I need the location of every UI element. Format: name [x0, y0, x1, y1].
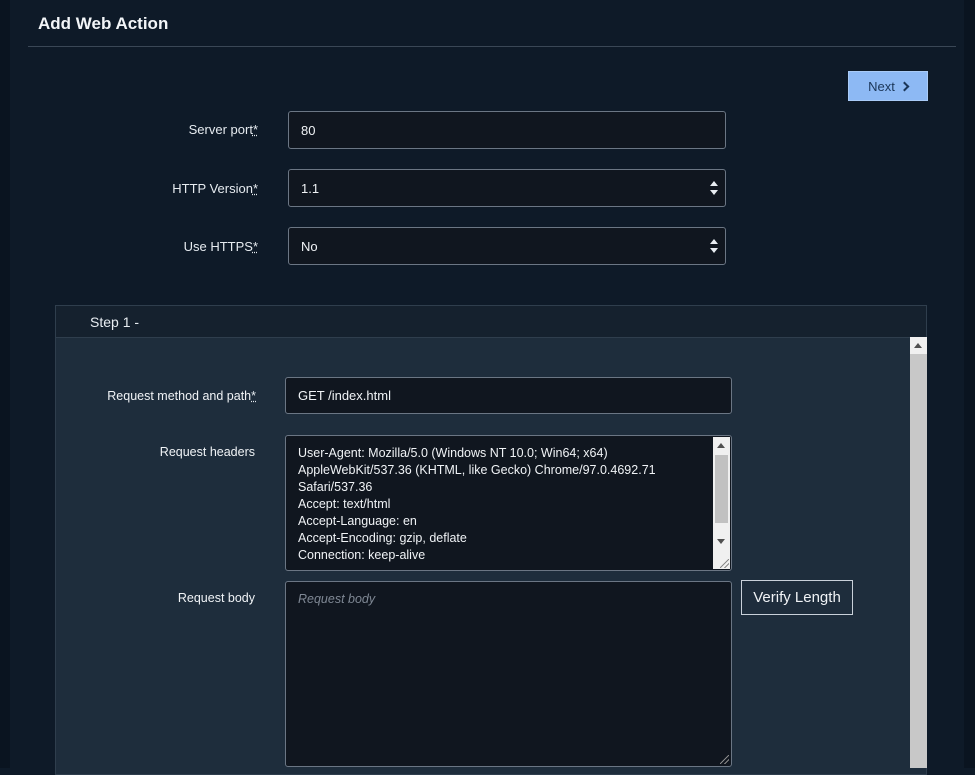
page-title: Add Web Action — [38, 14, 169, 33]
panel-scrollbar[interactable] — [910, 337, 927, 768]
header-line: Accept-Encoding: gzip, deflate — [298, 531, 467, 545]
scroll-up-icon[interactable] — [717, 443, 725, 448]
textarea-scrollbar[interactable] — [713, 437, 730, 569]
http-version-value: 1.1 — [301, 180, 320, 196]
header-line: AppleWebKit/537.36 (KHTML, like Gecko) C… — [298, 463, 656, 477]
request-body-placeholder: Request body — [298, 592, 376, 606]
right-border — [964, 0, 975, 768]
header-line: User-Agent: Mozilla/5.0 (Windows NT 10.0… — [298, 446, 608, 460]
left-border — [0, 0, 10, 768]
resize-grip-icon[interactable] — [720, 559, 729, 568]
verify-length-button[interactable]: Verify Length — [741, 580, 853, 615]
header-line: Connection: keep-alive — [298, 548, 426, 562]
dialog-header: Add Web Action — [28, 0, 956, 47]
scroll-down-icon[interactable] — [717, 539, 725, 544]
required-marker: * — [252, 239, 258, 254]
header-line: Safari/537.36 — [298, 480, 373, 494]
required-marker: * — [252, 181, 258, 196]
step-header[interactable]: Step 1 - — [56, 306, 926, 338]
next-button[interactable]: Next — [848, 71, 928, 101]
http-version-label: HTTP Version* — [172, 181, 258, 196]
server-port-value: 80 — [301, 122, 316, 138]
chevron-right-icon — [899, 81, 910, 92]
use-https-label: Use HTTPS* — [183, 239, 258, 254]
header-line: Accept: text/html — [298, 497, 391, 511]
request-method-value: GET /index.html — [298, 388, 391, 403]
resize-grip-icon[interactable] — [720, 755, 729, 764]
request-method-label: Request method and path* — [107, 389, 256, 403]
request-body-textarea[interactable]: Request body — [285, 581, 732, 767]
request-method-input[interactable]: GET /index.html — [285, 377, 732, 414]
request-headers-textarea[interactable]: User-Agent: Mozilla/5.0 (Windows NT 10.0… — [285, 435, 732, 571]
select-arrows-icon — [710, 181, 718, 195]
step-title: Step 1 - — [90, 314, 140, 330]
next-button-label: Next — [868, 78, 895, 94]
required-marker: * — [252, 122, 258, 137]
use-https-value: No — [301, 238, 318, 254]
select-arrows-icon — [710, 239, 718, 253]
scroll-up-icon[interactable] — [910, 337, 927, 354]
scroll-thumb[interactable] — [715, 455, 728, 523]
required-marker: * — [251, 389, 256, 403]
server-port-label: Server port* — [188, 122, 258, 137]
use-https-select[interactable]: No — [288, 227, 726, 265]
http-version-select[interactable]: 1.1 — [288, 169, 726, 207]
request-headers-label: Request headers — [159, 445, 255, 459]
request-body-label: Request body — [177, 591, 255, 605]
header-line: Accept-Language: en — [298, 514, 417, 528]
server-port-input[interactable]: 80 — [288, 111, 726, 149]
request-headers-content: User-Agent: Mozilla/5.0 (Windows NT 10.0… — [298, 445, 709, 564]
